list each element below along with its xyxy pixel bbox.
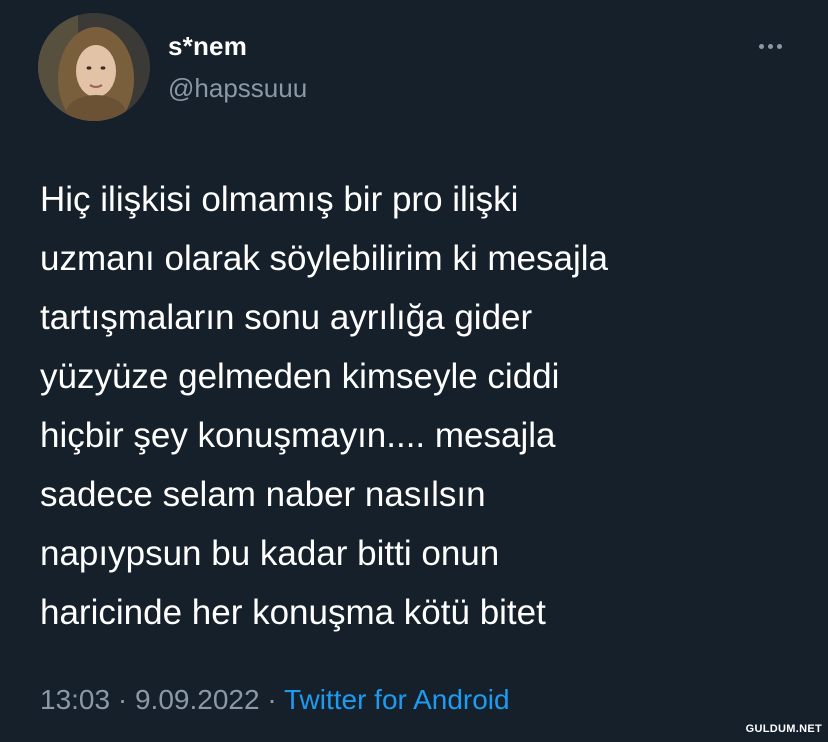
tweet-line: Hiç ilişkisi olmamış bir pro ilişki	[40, 180, 519, 219]
user-handle[interactable]: @hapssuuu	[168, 73, 307, 104]
tweet-line: tartışmaların sonu ayrılığa gider	[40, 298, 533, 337]
tweet-source-link[interactable]: Twitter for Android	[284, 684, 510, 715]
tweet-date[interactable]: 9.09.2022	[135, 684, 260, 715]
avatar[interactable]	[38, 13, 150, 121]
more-dot	[776, 44, 782, 50]
more-dot	[767, 44, 773, 50]
tweet-line: uzmanı olarak söylebilirim ki mesajla	[40, 239, 608, 278]
meta-separator: ·	[110, 684, 135, 715]
tweet-line: sadece selam naber nasılsın	[40, 475, 486, 514]
tweet-line: yüzyüze gelmeden kimseyle ciddi	[40, 357, 560, 396]
tweet-line: hiçbir şey konuşmayın.... mesajla	[40, 416, 556, 455]
tweet-line: napıypsun bu kadar bitti onun	[40, 534, 500, 573]
tweet-card: s*nem @hapssuuu Hiç ilişkisi olmamış bir…	[0, 0, 828, 742]
avatar-image	[38, 13, 150, 121]
watermark: GULDUM.NET	[745, 723, 822, 735]
tweet-time[interactable]: 13:03	[40, 684, 110, 715]
meta-separator: ·	[259, 684, 284, 715]
tweet-line: haricinde her konuşma kötü bitet	[40, 593, 546, 632]
display-name[interactable]: s*nem	[168, 31, 247, 62]
tweet-meta: 13:03 · 9.09.2022 · Twitter for Android	[40, 684, 510, 716]
more-dot	[758, 44, 764, 50]
tweet-text: Hiç ilişkisi olmamış bir pro ilişki uzma…	[40, 170, 800, 642]
more-horizontal-icon[interactable]	[750, 30, 790, 62]
